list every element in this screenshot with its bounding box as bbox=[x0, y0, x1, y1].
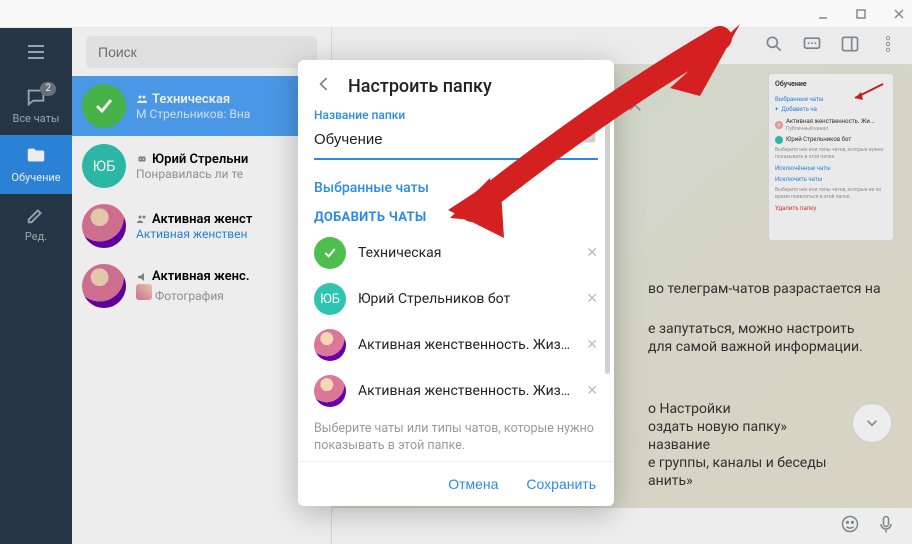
avatar bbox=[314, 237, 346, 269]
chat-name: Техническая bbox=[358, 245, 574, 261]
window-titlebar bbox=[0, 0, 912, 28]
window-close-button[interactable] bbox=[892, 7, 906, 21]
remove-chat-button[interactable]: ✕ bbox=[586, 291, 598, 307]
avatar bbox=[314, 329, 346, 361]
chat-name: Юрий Стрельников бот bbox=[358, 291, 574, 307]
add-chats-button[interactable]: ДОБАВИТЬ ЧАТЫ bbox=[314, 210, 598, 225]
selected-chat-row: Активная женственность. Жизн... ✕ bbox=[314, 371, 598, 411]
field-label: Название папки bbox=[314, 108, 598, 122]
section-hint: Выберите чаты или типы чатов, которые ну… bbox=[314, 421, 598, 455]
folder-settings-modal: Настроить папку Название папки Выбранные… bbox=[298, 60, 614, 506]
back-button[interactable] bbox=[314, 74, 334, 98]
selected-chat-row: Техническая ✕ bbox=[314, 233, 598, 273]
scrollbar[interactable] bbox=[605, 114, 610, 374]
cancel-button[interactable]: Отмена bbox=[448, 476, 498, 492]
folder-name-input[interactable] bbox=[314, 131, 568, 148]
modal-title: Настроить папку bbox=[348, 76, 492, 97]
remove-chat-button[interactable]: ✕ bbox=[586, 245, 598, 261]
avatar: ЮБ bbox=[314, 283, 346, 315]
save-button[interactable]: Сохранить bbox=[526, 476, 596, 492]
close-icon[interactable] bbox=[626, 96, 644, 118]
chat-name: Активная женственность. Жизн... bbox=[358, 337, 574, 353]
avatar bbox=[314, 375, 346, 407]
modal-overlay[interactable]: Настроить папку Название папки Выбранные… bbox=[0, 28, 912, 544]
remove-chat-button[interactable]: ✕ bbox=[586, 383, 598, 399]
selected-chat-row: Активная женственность. Жизн... ✕ bbox=[314, 325, 598, 365]
selected-chat-row: ЮБ Юрий Стрельников бот ✕ bbox=[314, 279, 598, 319]
section-heading: Выбранные чаты bbox=[314, 180, 598, 196]
remove-chat-button[interactable]: ✕ bbox=[586, 337, 598, 353]
folder-icon bbox=[576, 126, 598, 152]
window-minimize-button[interactable] bbox=[816, 7, 830, 21]
window-maximize-button[interactable] bbox=[854, 7, 868, 21]
chat-name: Активная женственность. Жизн... bbox=[358, 383, 574, 399]
